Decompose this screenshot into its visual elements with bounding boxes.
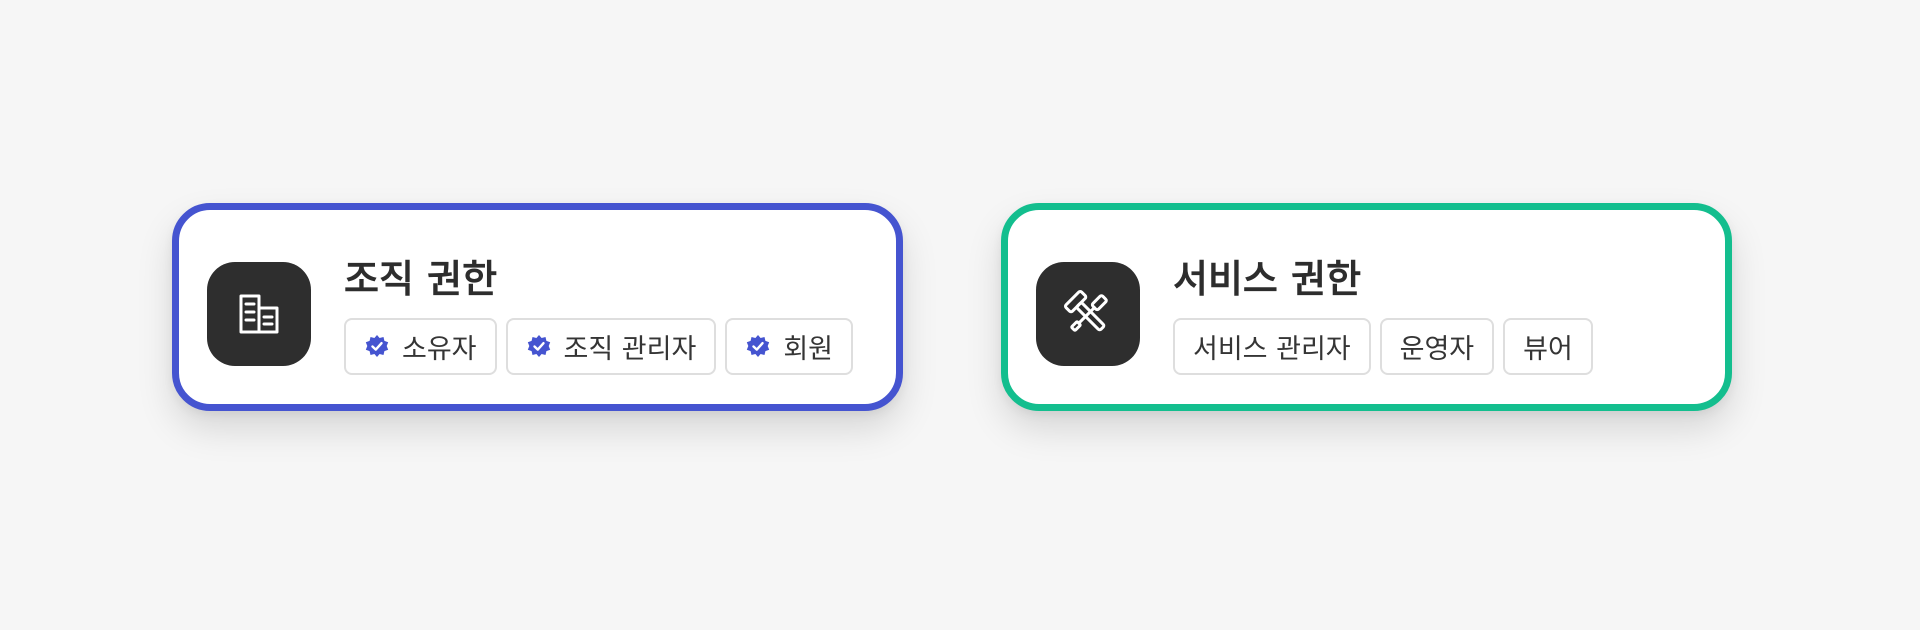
chip-label: 뷰어 [1523, 334, 1573, 365]
chip-label: 회원 [783, 334, 834, 365]
role-chip-viewer[interactable]: 뷰어 [1503, 318, 1593, 375]
org-permissions-card: 조직 권한 소유자 조직 관리자 회원 [172, 203, 903, 411]
building-icon [239, 294, 279, 334]
service-icon-tile [1036, 262, 1140, 366]
role-chip-org-admin[interactable]: 조직 관리자 [505, 318, 717, 375]
org-icon-tile [207, 262, 311, 366]
chip-label: 조직 관리자 [563, 334, 697, 365]
permissions-stage: 조직 권한 소유자 조직 관리자 회원 서비스 권한 서비스 관리자 운영자 뷰… [0, 0, 1920, 630]
verified-check-icon [365, 334, 389, 357]
org-role-chips: 소유자 조직 관리자 회원 [344, 318, 854, 375]
service-card-title: 서비스 권한 [1173, 257, 1362, 301]
verified-check-icon [747, 334, 770, 357]
chip-label: 소유자 [402, 334, 477, 365]
chip-label: 서비스 관리자 [1193, 334, 1351, 365]
org-card-title: 조직 권한 [344, 257, 498, 301]
chip-label: 운영자 [1399, 334, 1475, 365]
tools-icon [1063, 289, 1108, 332]
role-chip-member[interactable]: 회원 [725, 318, 854, 375]
role-chip-service-admin[interactable]: 서비스 관리자 [1173, 318, 1371, 375]
verified-check-icon [527, 334, 550, 357]
service-permissions-card: 서비스 권한 서비스 관리자 운영자 뷰어 [1001, 203, 1732, 411]
role-chip-operator[interactable]: 운영자 [1379, 318, 1495, 375]
role-chip-owner[interactable]: 소유자 [344, 318, 497, 375]
service-role-chips: 서비스 관리자 운영자 뷰어 [1173, 318, 1593, 375]
